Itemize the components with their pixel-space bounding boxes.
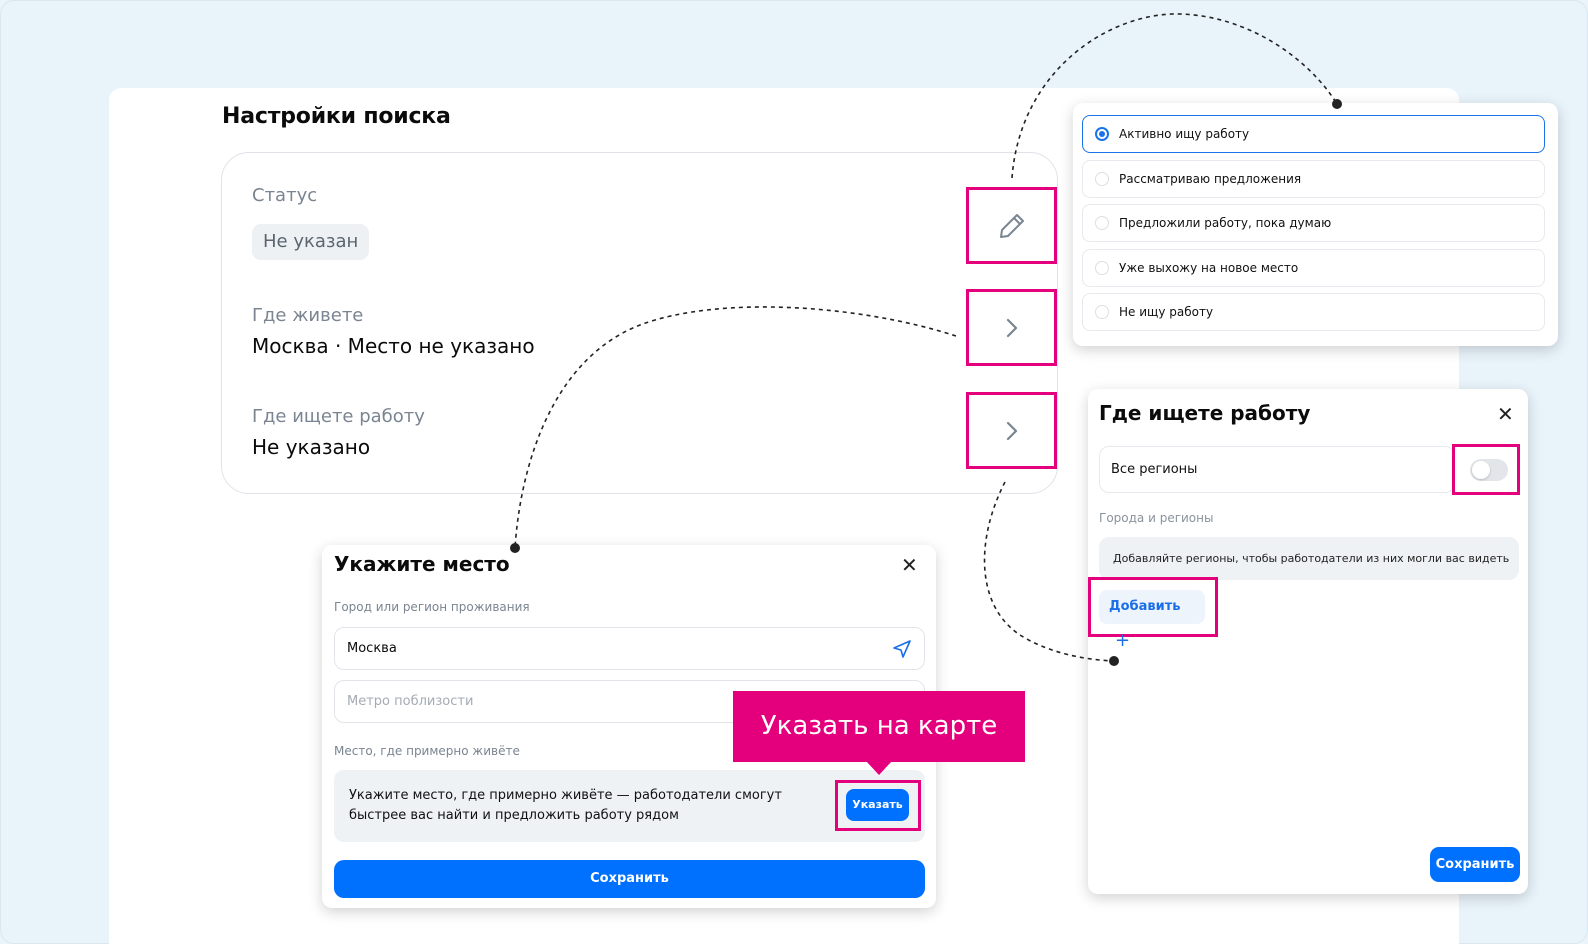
metro-placeholder: Метро поблизости	[347, 694, 474, 709]
chevron-right-icon	[1006, 318, 1017, 337]
radio-checked-icon	[1095, 127, 1109, 141]
annotation-tooltip: Указать на карте	[733, 691, 1025, 775]
work-location-label: Где ищете работу	[252, 406, 425, 427]
status-option[interactable]: Уже выхожу на новое место	[1082, 249, 1545, 287]
chevron-right-icon	[1006, 421, 1017, 440]
approx-label: Место, где примерно живёте	[334, 744, 520, 758]
cities-label: Города и регионы	[1099, 511, 1214, 525]
approx-hint-text: Укажите место, где примерно живёте — раб…	[349, 788, 782, 823]
status-option-label: Активно ищу работу	[1119, 127, 1250, 141]
add-region-label: Добавить	[1109, 599, 1181, 614]
status-label: Статус	[252, 185, 318, 206]
regions-hint: Добавляйте регионы, чтобы работодатели и…	[1099, 537, 1519, 580]
edit-status-button[interactable]	[966, 187, 1057, 264]
open-work-location-button[interactable]	[966, 392, 1057, 469]
close-icon[interactable]: ✕	[1497, 404, 1514, 424]
status-option[interactable]: Активно ищу работу	[1082, 115, 1545, 153]
add-region-button[interactable]: Добавить +	[1099, 590, 1205, 651]
all-regions-label: Все регионы	[1111, 462, 1198, 477]
radio-icon	[1095, 261, 1109, 275]
status-option-label: Не ищу работу	[1119, 305, 1214, 319]
status-option-label: Уже выхожу на новое место	[1119, 261, 1299, 275]
pencil-icon	[999, 213, 1024, 238]
plus-icon: +	[1115, 630, 1131, 651]
all-regions-row: Все регионы	[1099, 446, 1455, 493]
radio-icon	[1095, 305, 1109, 319]
status-option-label: Рассматриваю предложения	[1119, 172, 1302, 186]
open-residence-button[interactable]	[966, 289, 1057, 366]
place-title: Укажите место	[334, 552, 510, 576]
status-option[interactable]: Не ищу работу	[1082, 293, 1545, 331]
save-button[interactable]: Сохранить	[334, 860, 925, 898]
status-option[interactable]: Предложили работу, пока думаю	[1082, 204, 1545, 242]
radio-icon	[1095, 172, 1109, 186]
residence-label: Где живете	[252, 305, 364, 326]
work-location-value: Не указано	[252, 435, 371, 459]
city-input-value: Москва	[347, 641, 397, 656]
city-input[interactable]: Москва	[334, 627, 925, 670]
save-button[interactable]: Сохранить	[1430, 847, 1520, 882]
status-option-label: Предложили работу, пока думаю	[1119, 216, 1332, 230]
status-option[interactable]: Рассматриваю предложения	[1082, 160, 1545, 198]
status-badge: Не указан	[252, 224, 370, 260]
city-label: Город или регион проживания	[334, 600, 530, 614]
work-region-title: Где ищете работу	[1099, 401, 1311, 425]
regions-hint-text: Добавляйте регионы, чтобы работодатели и…	[1113, 552, 1510, 565]
all-regions-toggle[interactable]	[1470, 459, 1508, 481]
radio-icon	[1095, 216, 1109, 230]
residence-value: Москва · Место не указано	[252, 334, 535, 358]
point-on-map-button[interactable]: Указать	[846, 789, 909, 821]
page-title: Настройки поиска	[222, 104, 451, 129]
close-icon[interactable]: ✕	[901, 555, 918, 575]
